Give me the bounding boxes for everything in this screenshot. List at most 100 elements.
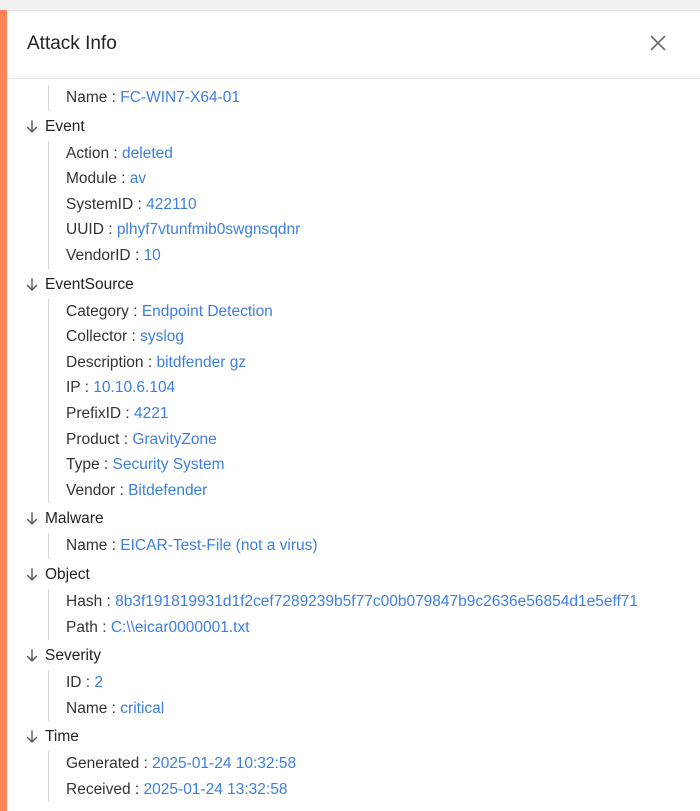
- tree-group-header[interactable]: EventSource: [7, 273, 700, 299]
- field-row: ID : 2: [66, 670, 700, 696]
- field-key: UUID: [66, 221, 104, 239]
- field-key: Generated: [66, 755, 140, 773]
- field-value: Bitdefender: [128, 481, 208, 499]
- field-separator: :: [139, 755, 153, 773]
- field-row: UUID : plhyf7vtunfmib0swgnsqdnr: [66, 217, 700, 243]
- field-separator: :: [130, 780, 144, 798]
- attack-info-tree: Name : FC-WIN7-X64-01 Event Action : dele…: [7, 79, 700, 811]
- field-row: Module : av: [66, 166, 700, 192]
- field-row: SystemID : 422110: [66, 192, 700, 218]
- tree-group-header[interactable]: Severity: [7, 644, 700, 670]
- tree-group-rows: Action : deleted Module : av SystemID : 42…: [48, 140, 700, 269]
- tree-group-name: Severity: [45, 647, 101, 665]
- tree-group-severity: Severity ID : 2 Name : critical: [7, 644, 700, 722]
- field-key: Product: [66, 430, 120, 448]
- tree-group-name: Object: [45, 565, 90, 583]
- field-value: critical: [120, 699, 165, 717]
- field-separator: :: [80, 379, 94, 397]
- field-separator: :: [103, 221, 117, 239]
- field-value: 2025-01-24 13:32:58: [143, 780, 288, 798]
- field-row: Product : GravityZone: [66, 427, 700, 453]
- field-key: Collector: [66, 328, 128, 346]
- field-row: Action : deleted: [66, 141, 700, 167]
- field-key: Received: [66, 780, 131, 798]
- field-row: Name : FC-WIN7-X64-01: [66, 85, 700, 111]
- tree-group-name: EventSource: [45, 275, 134, 293]
- tree-group-rows: Hash : 8b3f191819931d1f2cef7289239b5f77c…: [48, 588, 700, 641]
- field-row: Type : Security System: [66, 452, 700, 478]
- field-separator: :: [81, 674, 95, 692]
- field-separator: :: [119, 430, 133, 448]
- close-icon-glyph: [650, 35, 666, 51]
- background-top-strip: [0, 0, 700, 11]
- field-separator: :: [130, 246, 144, 264]
- field-key: ID: [66, 674, 82, 692]
- field-key: Name: [66, 89, 108, 106]
- tree-group-object: Object Hash : 8b3f191819931d1f2cef7289239…: [7, 563, 700, 641]
- tree-group-rows: Name : EICAR-Test-File (not a virus): [48, 533, 700, 559]
- field-key: SystemID: [66, 195, 134, 213]
- field-separator: :: [128, 302, 142, 320]
- tree-group-eventsource: EventSource Category : Endpoint Detection…: [7, 273, 700, 504]
- field-row: IP : 10.10.6.104: [66, 375, 700, 401]
- tree-group-header[interactable]: Malware: [7, 507, 700, 533]
- arrow-down-icon[interactable]: [26, 119, 38, 134]
- field-key: Category: [66, 302, 129, 320]
- field-key: Description: [66, 353, 144, 371]
- field-key: Module: [66, 170, 117, 188]
- field-value: bitdfender gz: [156, 353, 247, 371]
- field-separator: :: [102, 592, 116, 610]
- field-separator: :: [115, 481, 129, 499]
- field-row: Received : 2025-01-24 13:32:58: [66, 777, 700, 803]
- field-key: Name: [66, 699, 108, 717]
- field-row: Vendor : Bitdefender: [66, 478, 700, 504]
- field-value: deleted: [122, 144, 173, 162]
- field-separator: :: [97, 618, 111, 636]
- field-row: Hash : 8b3f191819931d1f2cef7289239b5f77c…: [66, 589, 700, 615]
- tree-groups: Event Action : deleted Module : av SystemID…: [7, 115, 700, 803]
- tree-group-header[interactable]: Event: [7, 115, 700, 141]
- arrow-down-icon[interactable]: [26, 277, 38, 292]
- field-key: Hash: [66, 592, 103, 610]
- field-key: VendorID: [66, 246, 131, 264]
- field-key: Name: [66, 537, 108, 555]
- field-separator: :: [127, 328, 141, 346]
- arrow-down-icon[interactable]: [26, 649, 38, 663]
- panel-title: Attack Info: [27, 33, 117, 54]
- tree-group-event: Event Action : deleted Module : av SystemID…: [7, 115, 700, 269]
- field-value: Security System: [112, 456, 225, 474]
- field-value: C:\\eicar0000001.txt: [110, 618, 250, 636]
- field-value: av: [129, 170, 147, 188]
- field-key: Type: [66, 456, 100, 474]
- attack-info-panel: Attack Info Name : FC-WIN7-X64-01 Event A…: [7, 11, 700, 811]
- field-value: plhyf7vtunfmib0swgnsqdnr: [116, 221, 301, 239]
- tree-group-rows: Category : Endpoint Detection Collector :…: [48, 298, 700, 504]
- field-value: 2025-01-24 10:32:58: [152, 755, 297, 773]
- field-value: syslog: [140, 328, 185, 346]
- field-key: Vendor: [66, 481, 116, 499]
- field-separator: :: [116, 170, 130, 188]
- field-value: GravityZone: [132, 430, 217, 448]
- field-separator: :: [107, 699, 121, 717]
- panel-header: Attack Info: [7, 11, 700, 79]
- field-key: Action: [66, 144, 110, 162]
- tree-group-name: Malware: [45, 510, 104, 528]
- field-value: EICAR-Test-File (not a virus): [120, 537, 318, 555]
- arrow-down-icon[interactable]: [26, 730, 38, 744]
- field-row: Name : critical: [66, 696, 700, 722]
- field-separator: :: [107, 89, 121, 106]
- field-key: PrefixID: [66, 404, 122, 422]
- field-separator: :: [109, 144, 123, 162]
- field-value: 10.10.6.104: [93, 379, 176, 397]
- close-icon[interactable]: [646, 31, 670, 55]
- arrow-down-icon[interactable]: [26, 512, 38, 526]
- field-separator: :: [133, 195, 147, 213]
- arrow-down-icon[interactable]: [26, 568, 38, 582]
- tree-group-header[interactable]: Object: [7, 563, 700, 589]
- tree-group-name: Time: [45, 728, 79, 746]
- field-row: VendorID : 10: [66, 243, 700, 269]
- field-value: 8b3f191819931d1f2cef7289239b5f77c00b0798…: [115, 592, 639, 610]
- tree-group-header[interactable]: Time: [7, 725, 700, 751]
- tree-group-name: Event: [45, 117, 85, 135]
- field-row: Category : Endpoint Detection: [66, 299, 700, 325]
